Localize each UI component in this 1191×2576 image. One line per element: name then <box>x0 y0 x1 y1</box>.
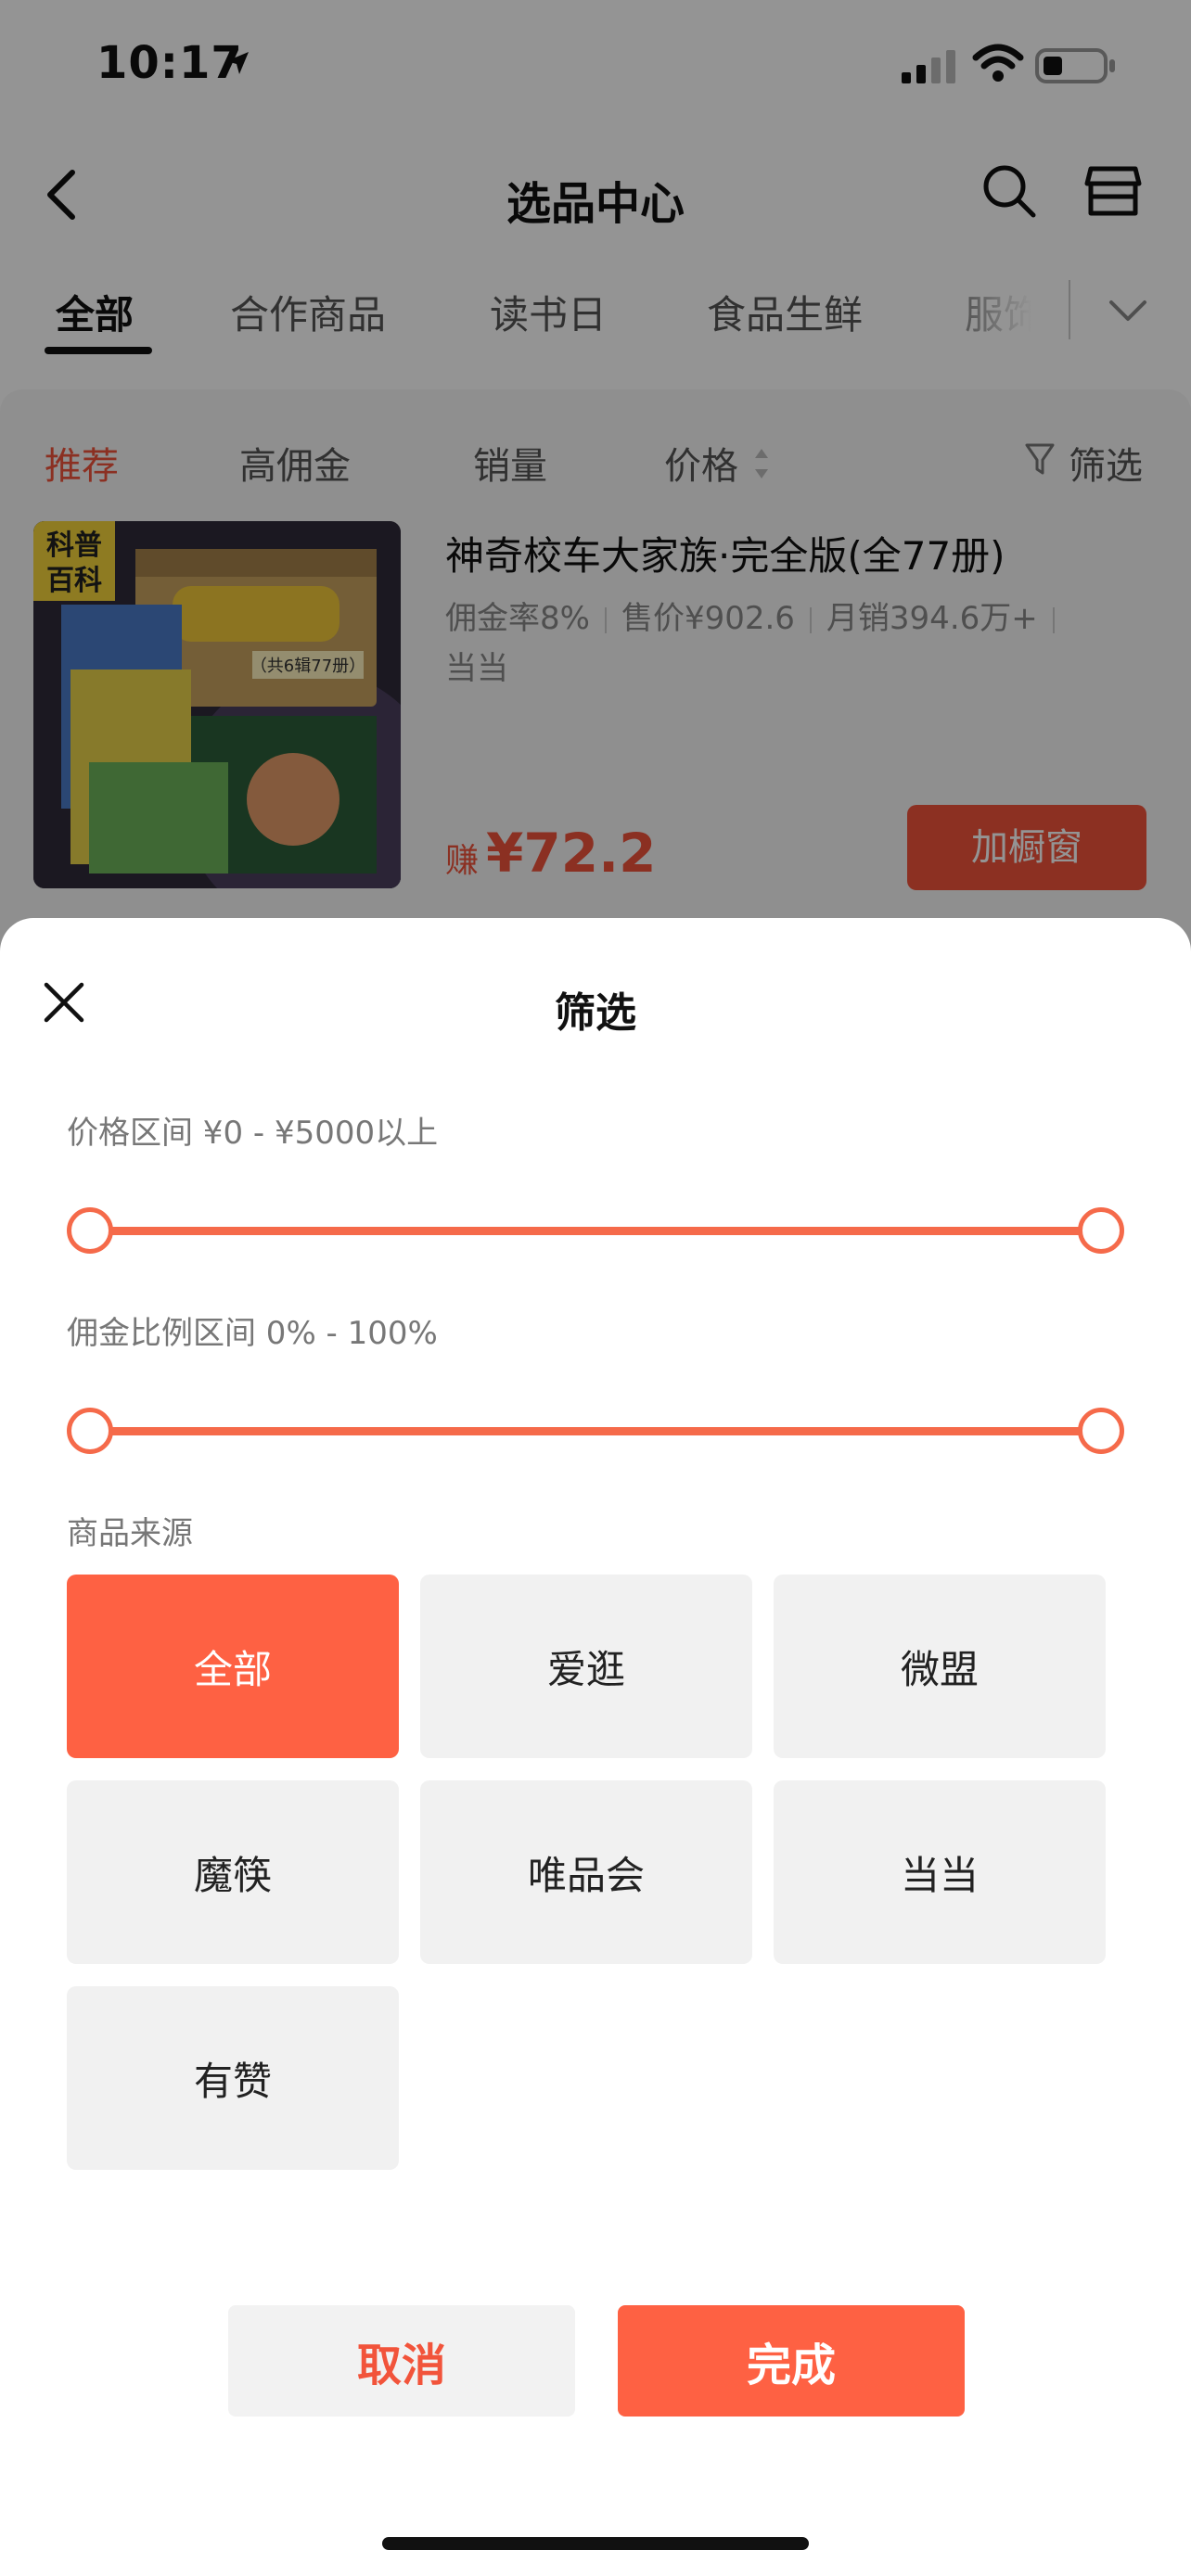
source-chip-dangdang[interactable]: 当当 <box>774 1780 1106 1964</box>
source-chip-youzan[interactable]: 有赞 <box>67 1986 399 2170</box>
source-chip-all[interactable]: 全部 <box>67 1575 399 1758</box>
filter-sheet: 筛选 价格区间 ¥0 - ¥5000以上 佣金比例区间 0% - 100% 商品… <box>0 918 1191 2576</box>
price-max-handle[interactable] <box>1078 1207 1124 1254</box>
commission-max-handle[interactable] <box>1078 1408 1124 1454</box>
source-label: 商品来源 <box>67 1515 193 1552</box>
price-range-slider[interactable] <box>67 1207 1124 1254</box>
price-range-label: 价格区间 ¥0 - ¥5000以上 <box>67 1115 439 1152</box>
page: 10:17 选品中心 全部 合作商品 读书日 食品生鲜 推荐 高佣金 销量 价格… <box>0 0 1191 2576</box>
price-min-handle[interactable] <box>67 1207 113 1254</box>
commission-range-slider[interactable] <box>67 1408 1124 1454</box>
slider-track <box>89 1227 1102 1235</box>
source-chip-vipshop[interactable]: 唯品会 <box>420 1780 752 1964</box>
source-chip-aiguang[interactable]: 爱逛 <box>420 1575 752 1758</box>
slider-track <box>89 1427 1102 1435</box>
source-chip-weimeng[interactable]: 微盟 <box>774 1575 1106 1758</box>
home-indicator <box>382 2537 809 2550</box>
cancel-button[interactable]: 取消 <box>228 2305 575 2417</box>
done-button[interactable]: 完成 <box>618 2305 965 2417</box>
sheet-title: 筛选 <box>555 989 636 1037</box>
source-chip-mokuai[interactable]: 魔筷 <box>67 1780 399 1964</box>
commission-min-handle[interactable] <box>67 1408 113 1454</box>
commission-range-label: 佣金比例区间 0% - 100% <box>67 1315 438 1352</box>
